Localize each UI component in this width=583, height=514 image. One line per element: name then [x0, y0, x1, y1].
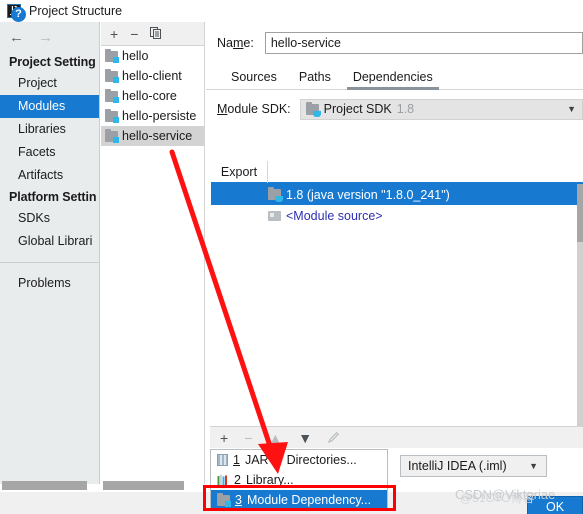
project-format-value: IntelliJ IDEA (.iml)	[408, 459, 507, 473]
module-icon	[105, 88, 119, 103]
dialog-body: ← → Project Setting Project Modules Libr…	[0, 22, 583, 492]
move-up-icon[interactable]: ▲	[268, 431, 282, 445]
module-label: hello-core	[122, 89, 177, 103]
dependency-row[interactable]: <Module source>	[211, 205, 583, 226]
sidebar-group-project-settings: Project Setting	[9, 55, 96, 69]
jdk-icon	[305, 101, 321, 117]
add-dependency-button[interactable]: +	[220, 431, 228, 445]
tab-dependencies[interactable]: Dependencies	[342, 70, 444, 90]
dependencies-table: Export 1.8 (java version "1.8.0_241") <M…	[211, 161, 583, 440]
sidebar-horizontal-scrollbar[interactable]	[2, 481, 87, 490]
dependency-label: <Module source>	[286, 208, 383, 223]
watermark: CSDN@Viktoriae	[455, 487, 556, 502]
forward-arrow-icon[interactable]: →	[38, 30, 53, 45]
dependency-row[interactable]: 1.8 (java version "1.8.0_241")	[211, 184, 583, 205]
edit-pencil-icon[interactable]	[327, 431, 340, 445]
modules-list[interactable]: hello hello-client hello-core hello-pers…	[101, 46, 205, 484]
module-name-label: Name:	[217, 36, 254, 50]
module-list-item[interactable]: hello-persiste	[101, 106, 204, 126]
module-name-row: Name:	[206, 22, 583, 64]
modules-panel: + − hello hello-client hello-core hello-…	[101, 22, 205, 484]
dependency-label: 1.8 (java version "1.8.0_241")	[286, 187, 450, 202]
jdk-icon	[268, 187, 283, 202]
module-icon	[105, 68, 119, 83]
module-name-input[interactable]	[264, 32, 583, 54]
module-detail-pane: Name: Sources Paths Dependencies Module …	[206, 22, 583, 484]
column-header-export[interactable]: Export	[211, 161, 268, 183]
module-icon	[105, 108, 119, 123]
dependencies-vertical-scrollbar[interactable]	[577, 184, 583, 448]
scrollbar-thumb[interactable]	[577, 184, 583, 242]
modules-toolbar: + −	[101, 22, 205, 46]
move-down-icon[interactable]: ▼	[298, 431, 312, 445]
sidebar-item-facets[interactable]: Facets	[0, 141, 99, 164]
sidebar-divider	[0, 262, 99, 263]
menu-item-jar-or-directories[interactable]: 1 JAR or Directories...	[211, 450, 387, 470]
detail-tabs: Sources Paths Dependencies	[206, 64, 583, 90]
module-source-icon	[268, 210, 281, 221]
module-list-item[interactable]: hello-core	[101, 86, 204, 106]
sidebar-item-libraries[interactable]: Libraries	[0, 118, 99, 141]
window-title: Project Structure	[29, 4, 123, 18]
module-sdk-value: Project SDK	[323, 102, 392, 116]
remove-module-button[interactable]: −	[130, 27, 138, 41]
menu-item-number: 1	[233, 453, 240, 467]
dependencies-toolbar: + − ▲ ▼	[210, 426, 583, 448]
sidebar-group-platform-settings: Platform Settin	[9, 190, 97, 204]
dependencies-table-header: Export	[211, 161, 583, 184]
module-list-item[interactable]: hello	[101, 46, 204, 66]
tab-paths[interactable]: Paths	[288, 70, 342, 89]
tab-sources[interactable]: Sources	[220, 70, 288, 89]
help-button[interactable]: ?	[11, 7, 26, 22]
sidebar-item-modules[interactable]: Modules	[0, 95, 99, 118]
sidebar-item-global-libraries[interactable]: Global Librari	[0, 230, 99, 253]
sidebar-item-artifacts[interactable]: Artifacts	[0, 164, 99, 187]
module-label: hello-service	[122, 129, 193, 143]
module-sdk-label: Module SDK:	[217, 102, 291, 116]
module-label: hello	[122, 49, 149, 63]
project-structure-dialog: Project Structure ← → Project Setting Pr…	[0, 0, 583, 514]
settings-sidebar: ← → Project Setting Project Modules Libr…	[0, 22, 100, 484]
module-sdk-row: Module SDK: Project SDK 1.8 ▼	[206, 90, 583, 128]
add-module-button[interactable]: +	[110, 27, 118, 41]
back-arrow-icon[interactable]: ←	[9, 30, 24, 45]
sidebar-nav-arrows: ← →	[0, 22, 99, 52]
module-icon	[105, 128, 119, 143]
modules-horizontal-scrollbar[interactable]	[103, 481, 184, 490]
module-sdk-version: 1.8	[396, 102, 415, 116]
sidebar-item-problems[interactable]: Problems	[0, 272, 99, 295]
project-format-combobox[interactable]: IntelliJ IDEA (.iml) ▼	[400, 455, 547, 477]
module-list-item[interactable]: hello-client	[101, 66, 204, 86]
sidebar-item-project[interactable]: Project	[0, 72, 99, 95]
module-sdk-combobox[interactable]: Project SDK 1.8 ▼	[299, 98, 583, 120]
menu-item-label: JAR or Directories...	[244, 453, 357, 467]
remove-dependency-button[interactable]: −	[244, 431, 252, 445]
module-icon	[105, 48, 119, 63]
module-list-item-selected[interactable]: hello-service	[101, 126, 204, 146]
sidebar-item-sdks[interactable]: SDKs	[0, 207, 99, 230]
copy-module-icon[interactable]	[150, 26, 162, 41]
chevron-down-icon: ▼	[529, 461, 538, 471]
module-label: hello-client	[122, 69, 182, 83]
jar-icon	[217, 454, 228, 466]
module-label: hello-persiste	[122, 109, 197, 123]
chevron-down-icon: ▼	[567, 104, 576, 114]
title-bar: Project Structure	[0, 0, 583, 22]
annotation-highlight-rectangle	[203, 485, 396, 511]
dependencies-table-body: 1.8 (java version "1.8.0_241") <Module s…	[211, 184, 583, 226]
